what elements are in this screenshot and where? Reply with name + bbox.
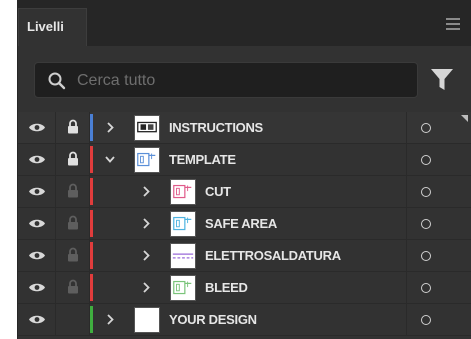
lock-toggle[interactable] bbox=[56, 208, 90, 239]
layer-name[interactable]: SAFE AREA bbox=[205, 208, 277, 239]
target-circle-icon bbox=[421, 251, 431, 261]
target-circle-icon bbox=[421, 187, 431, 197]
layer-target[interactable] bbox=[406, 112, 471, 143]
eye-icon bbox=[29, 283, 45, 292]
visibility-toggle[interactable] bbox=[18, 240, 56, 271]
layer-target[interactable] bbox=[406, 272, 471, 303]
layer-name[interactable]: INSTRUCTIONS bbox=[169, 112, 263, 143]
search-box[interactable] bbox=[34, 62, 418, 98]
layer-row-cut[interactable]: CUT bbox=[18, 176, 471, 208]
lock-icon bbox=[68, 215, 78, 230]
eye-icon bbox=[29, 187, 45, 196]
lock-toggle[interactable] bbox=[56, 304, 90, 335]
visibility-toggle[interactable] bbox=[18, 112, 56, 143]
search-icon bbox=[48, 72, 66, 90]
layer-color-bar bbox=[90, 178, 93, 205]
lock-icon bbox=[68, 119, 78, 134]
layer-target[interactable] bbox=[406, 176, 471, 207]
eye-icon bbox=[29, 155, 45, 164]
chevron-right-icon[interactable] bbox=[140, 185, 152, 198]
eye-icon bbox=[29, 219, 45, 228]
target-circle-icon bbox=[421, 219, 431, 229]
chevron-right-icon[interactable] bbox=[140, 217, 152, 230]
layer-row-bleed[interactable]: BLEED bbox=[18, 272, 471, 304]
lock-toggle[interactable] bbox=[56, 112, 90, 143]
layer-target[interactable] bbox=[406, 240, 471, 271]
search-area bbox=[18, 46, 471, 112]
layer-name[interactable]: ELETTROSALDATURA bbox=[205, 240, 341, 271]
chevron-right-icon[interactable] bbox=[104, 313, 116, 326]
layer-thumbnail bbox=[134, 115, 160, 141]
layer-color-bar bbox=[90, 242, 93, 269]
lock-toggle[interactable] bbox=[56, 272, 90, 303]
layer-name[interactable]: TEMPLATE bbox=[169, 144, 236, 175]
visibility-toggle[interactable] bbox=[18, 144, 56, 175]
layer-color-bar bbox=[90, 146, 93, 173]
panel-frame: Livelli INSTRUCTIONSTEMPLATECUTSAFE AREA… bbox=[17, 0, 471, 339]
layer-row-safe-area[interactable]: SAFE AREA bbox=[18, 208, 471, 240]
search-input[interactable] bbox=[77, 69, 397, 93]
eye-icon bbox=[29, 123, 45, 132]
tab-livelli[interactable]: Livelli bbox=[18, 8, 87, 46]
lock-icon bbox=[68, 183, 78, 198]
visibility-toggle[interactable] bbox=[18, 208, 56, 239]
chevron-right-icon[interactable] bbox=[104, 121, 116, 134]
filter-icon[interactable] bbox=[430, 67, 454, 93]
layer-color-bar bbox=[90, 210, 93, 237]
layer-thumbnail bbox=[170, 179, 196, 205]
panel-tab-bar: Livelli bbox=[18, 0, 471, 46]
eye-icon bbox=[29, 315, 45, 324]
layers-panel: Livelli INSTRUCTIONSTEMPLATECUTSAFE AREA… bbox=[0, 0, 471, 339]
chevron-down-icon[interactable] bbox=[104, 153, 116, 166]
chevron-right-icon[interactable] bbox=[140, 249, 152, 262]
layer-color-bar bbox=[90, 114, 93, 141]
target-circle-icon bbox=[421, 123, 431, 133]
layer-color-bar bbox=[90, 274, 93, 301]
lock-icon bbox=[68, 279, 78, 294]
layer-target[interactable] bbox=[406, 304, 471, 335]
layer-name[interactable]: BLEED bbox=[205, 272, 248, 303]
eye-icon bbox=[29, 251, 45, 260]
selection-corner-icon bbox=[461, 115, 468, 122]
chevron-right-icon[interactable] bbox=[140, 281, 152, 294]
target-circle-icon bbox=[421, 283, 431, 293]
layer-row-your-design[interactable]: YOUR DESIGN bbox=[18, 304, 471, 336]
layer-thumbnail bbox=[170, 275, 196, 301]
layer-name[interactable]: YOUR DESIGN bbox=[169, 304, 257, 335]
layer-row-instructions[interactable]: INSTRUCTIONS bbox=[18, 112, 471, 144]
lock-toggle[interactable] bbox=[56, 176, 90, 207]
lock-icon bbox=[68, 247, 78, 262]
layer-target[interactable] bbox=[406, 144, 471, 175]
layer-thumbnail bbox=[134, 147, 160, 173]
target-circle-icon bbox=[421, 155, 431, 165]
layer-thumbnail bbox=[170, 243, 196, 269]
visibility-toggle[interactable] bbox=[18, 272, 56, 303]
layer-thumbnail bbox=[134, 307, 160, 333]
lock-toggle[interactable] bbox=[56, 240, 90, 271]
visibility-toggle[interactable] bbox=[18, 176, 56, 207]
visibility-toggle[interactable] bbox=[18, 304, 56, 335]
lock-toggle[interactable] bbox=[56, 144, 90, 175]
layer-row-template[interactable]: TEMPLATE bbox=[18, 144, 471, 176]
layer-row-elettrosaldatura[interactable]: ELETTROSALDATURA bbox=[18, 240, 471, 272]
layer-target[interactable] bbox=[406, 208, 471, 239]
layer-thumbnail bbox=[170, 211, 196, 237]
lock-icon bbox=[68, 151, 78, 166]
hamburger-menu-icon[interactable] bbox=[446, 18, 460, 30]
layer-color-bar bbox=[90, 306, 93, 333]
target-circle-icon bbox=[421, 315, 431, 325]
layer-name[interactable]: CUT bbox=[205, 176, 231, 207]
layers-list: INSTRUCTIONS TEMPLATE CUT SAFE AREA ELETTROS… bbox=[18, 112, 471, 336]
